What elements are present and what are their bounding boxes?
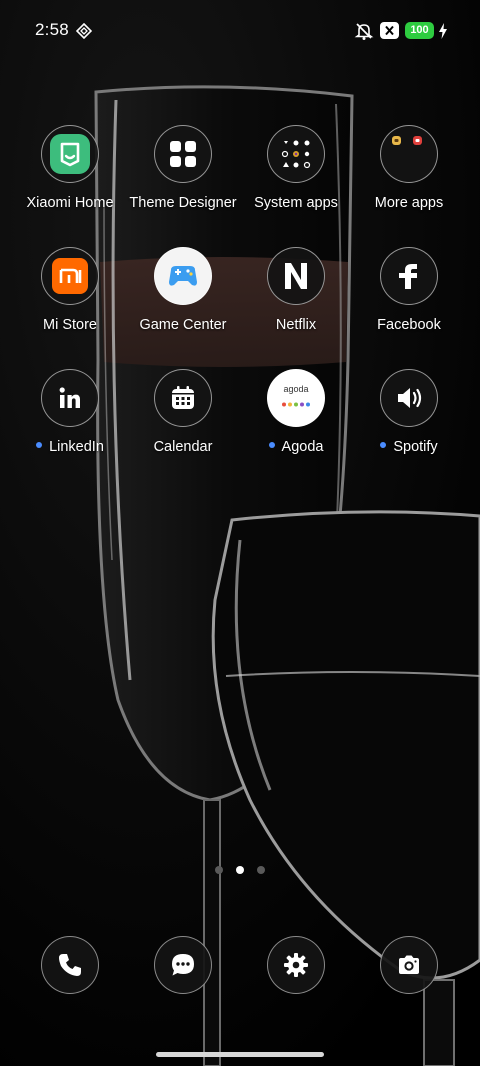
new-install-badge [268, 442, 275, 449]
app-label: Spotify [353, 439, 465, 455]
app-xiaomi-home[interactable]: Xiaomi Home [14, 125, 126, 211]
app-label: LinkedIn [14, 439, 126, 455]
netflix-icon [267, 247, 325, 305]
system-apps-folder-icon [267, 125, 325, 183]
close-box-icon [380, 22, 399, 39]
app-mi-store[interactable]: Mi Store [14, 247, 126, 333]
more-apps-folder-icon [380, 125, 438, 183]
mi-store-icon [41, 247, 99, 305]
app-label: Theme Designer [129, 195, 237, 211]
spotify-icon [380, 369, 438, 427]
page-dot-3[interactable] [257, 866, 265, 874]
linkedin-icon [41, 369, 99, 427]
dock-messages-button[interactable] [154, 936, 212, 994]
dock-phone-button[interactable] [41, 936, 99, 994]
page-indicator[interactable] [0, 866, 480, 876]
app-label: Game Center [139, 317, 227, 333]
app-label: Facebook [377, 317, 441, 333]
messages-icon [172, 954, 194, 976]
dock-camera-button[interactable] [380, 936, 438, 994]
calendar-icon [154, 369, 212, 427]
app-calendar[interactable]: Calendar [127, 369, 239, 455]
app-game-center[interactable]: Game Center [127, 247, 239, 333]
app-label: Mi Store [43, 317, 97, 333]
app-agoda[interactable]: agoda Agoda [240, 369, 352, 455]
battery-level: 100 [410, 24, 429, 36]
status-bar: 2:58 100 [0, 0, 480, 64]
folder-more-apps[interactable]: More apps [353, 125, 465, 211]
app-label: Netflix [275, 317, 317, 333]
agoda-icon: agoda [267, 369, 325, 427]
nfc-icon [76, 23, 92, 39]
camera-icon [399, 955, 419, 974]
game-center-icon [154, 247, 212, 305]
agoda-dots-icon [282, 402, 310, 407]
app-theme-designer[interactable]: Theme Designer [127, 125, 239, 211]
app-label: More apps [374, 195, 444, 211]
app-facebook[interactable]: Facebook [353, 247, 465, 333]
facebook-icon [380, 247, 438, 305]
battery-icon: 100 [405, 22, 434, 39]
agoda-logo-text: agoda [283, 384, 309, 394]
new-install-badge [380, 442, 387, 449]
app-spotify[interactable]: Spotify [353, 369, 465, 455]
charging-bolt-icon [439, 23, 447, 39]
dock-settings-button[interactable] [267, 936, 325, 994]
status-time: 2:58 [35, 20, 69, 39]
app-label: Xiaomi Home [26, 195, 114, 211]
app-linkedin[interactable]: LinkedIn [14, 369, 126, 455]
new-install-badge [36, 442, 43, 449]
silent-mode-icon [354, 23, 374, 40]
folder-system-apps[interactable]: System apps [240, 125, 352, 211]
app-netflix[interactable]: Netflix [240, 247, 352, 333]
app-label: Calendar [153, 439, 213, 455]
page-dot-2-current[interactable] [236, 866, 244, 874]
home-gesture-bar[interactable] [156, 1052, 324, 1057]
app-label: Agoda [240, 439, 352, 455]
theme-designer-icon [154, 125, 212, 183]
settings-gear-icon [284, 953, 308, 977]
app-label: System apps [254, 195, 338, 211]
page-dot-1[interactable] [215, 866, 223, 874]
phone-icon [59, 954, 81, 976]
xiaomi-home-icon [41, 125, 99, 183]
